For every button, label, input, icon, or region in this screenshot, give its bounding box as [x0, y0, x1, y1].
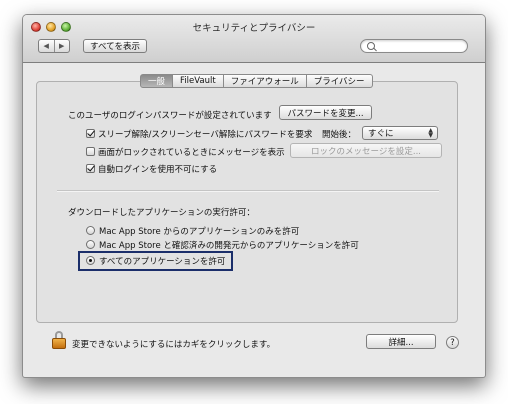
- back-arrow-icon[interactable]: ◀: [39, 40, 54, 52]
- radio-app-store-only[interactable]: [86, 226, 95, 235]
- downloads-heading: ダウンロードしたアプリケーションの実行許可：: [68, 208, 255, 218]
- search-field[interactable]: [360, 39, 468, 54]
- lock-icon[interactable]: [52, 331, 66, 349]
- lock-instruction-text: 変更できないようにするにはカギをクリックします。: [72, 340, 276, 350]
- change-password-button[interactable]: パスワードを変更...: [279, 105, 372, 120]
- search-icon: [367, 42, 375, 50]
- forward-arrow-icon[interactable]: ▶: [53, 40, 70, 52]
- selection-highlight-box: [78, 251, 233, 271]
- radio-app-store-identified[interactable]: [86, 240, 95, 249]
- disable-auto-login-label: 自動ログインを使用不可にする: [98, 165, 218, 175]
- tab-general[interactable]: 一般: [140, 74, 174, 88]
- show-message-label: 画面がロックされているときにメッセージを表示: [98, 148, 285, 158]
- tab-bar: 一般 FileVault ファイアウォール プライバシー: [140, 74, 373, 88]
- help-button[interactable]: ?: [446, 336, 459, 349]
- require-password-label: スリープ解除/スクリーンセーバ解除にパスワードを要求: [98, 130, 313, 140]
- radio-app-store-only-label: Mac App Store からのアプリケーションのみを許可: [99, 227, 300, 237]
- disable-auto-login-checkbox[interactable]: [86, 164, 95, 173]
- tab-filevault[interactable]: FileVault: [173, 74, 224, 88]
- tab-firewall[interactable]: ファイアウォール: [223, 74, 307, 88]
- select-arrows-icon: ▲ ▼: [428, 127, 433, 139]
- advanced-button[interactable]: 詳細...: [366, 334, 436, 349]
- start-after-label: 開始後：: [322, 130, 357, 140]
- start-after-select[interactable]: すぐに ▲ ▼: [362, 126, 438, 140]
- start-after-value: すぐに: [368, 129, 394, 139]
- window-title: セキュリティとプライバシー: [192, 23, 316, 34]
- radio-app-store-identified-label: Mac App Store と確認済みの開発元からのアプリケーションを許可: [99, 241, 359, 251]
- password-set-label: このユーザのログインパスワードが設定されています: [68, 111, 272, 121]
- show-message-checkbox[interactable]: [86, 147, 95, 156]
- tab-privacy[interactable]: プライバシー: [306, 74, 373, 88]
- set-lock-message-button[interactable]: ロックのメッセージを設定...: [290, 143, 442, 158]
- section-divider: [57, 190, 439, 192]
- preferences-window: セキュリティとプライバシー ◀ ▶ すべてを表示 一般 FileVault ファ…: [22, 14, 486, 378]
- search-input[interactable]: [379, 40, 467, 54]
- title-bar: セキュリティとプライバシー ◀ ▶ すべてを表示: [23, 15, 485, 63]
- require-password-checkbox[interactable]: [86, 129, 95, 138]
- show-all-button[interactable]: すべてを表示: [83, 39, 147, 53]
- back-forward-buttons: ◀ ▶: [38, 39, 70, 53]
